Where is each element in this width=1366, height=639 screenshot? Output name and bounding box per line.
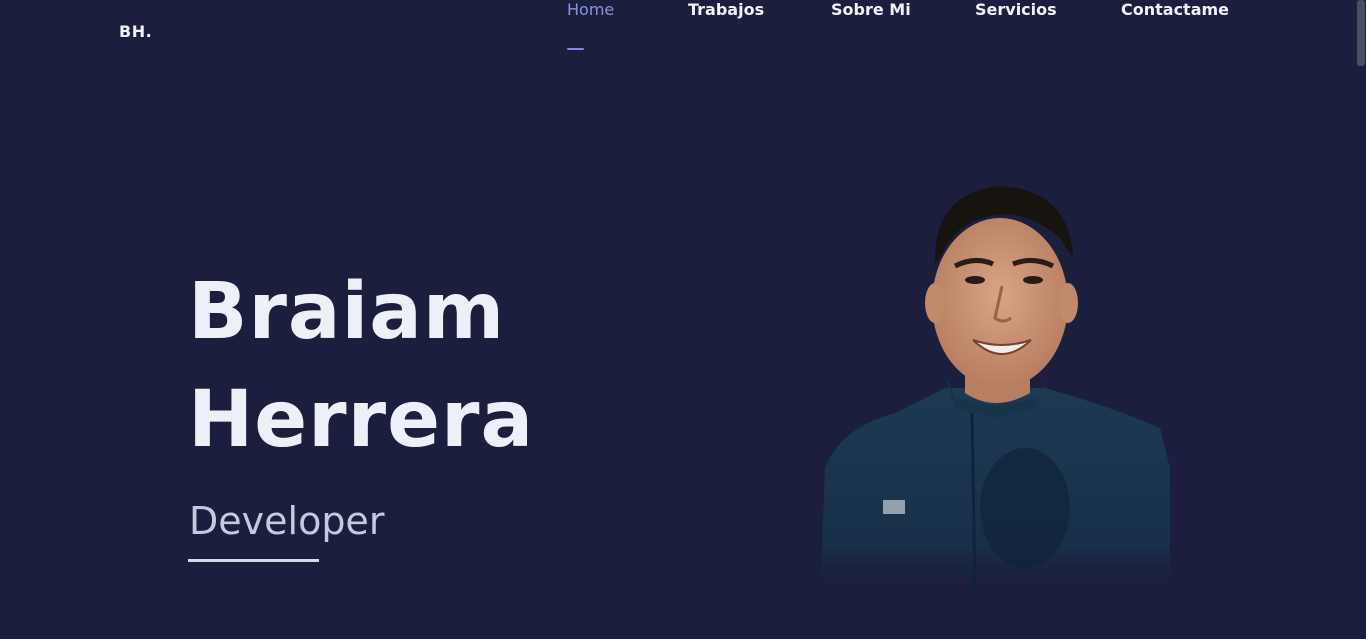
page: BH. Home Trabajos Sobre Mi Servicios Con… <box>0 0 1366 639</box>
role-underline <box>188 559 319 562</box>
hero-role: Developer <box>189 499 385 543</box>
hero-last-name: Herrera <box>188 375 535 465</box>
active-nav-indicator <box>567 48 584 50</box>
hero-first-name: Braiam <box>188 267 506 357</box>
nav-item-contactame[interactable]: Contactame <box>1121 0 1229 19</box>
logo[interactable]: BH. <box>119 22 152 41</box>
portrait-photo <box>820 186 1170 598</box>
nav-item-home[interactable]: Home <box>567 0 614 19</box>
scrollbar[interactable] <box>1356 0 1366 639</box>
nav-item-servicios[interactable]: Servicios <box>975 0 1057 19</box>
scrollbar-thumb[interactable] <box>1357 0 1365 66</box>
nav-item-sobre-mi[interactable]: Sobre Mi <box>831 0 911 19</box>
nav-item-trabajos[interactable]: Trabajos <box>688 0 764 19</box>
